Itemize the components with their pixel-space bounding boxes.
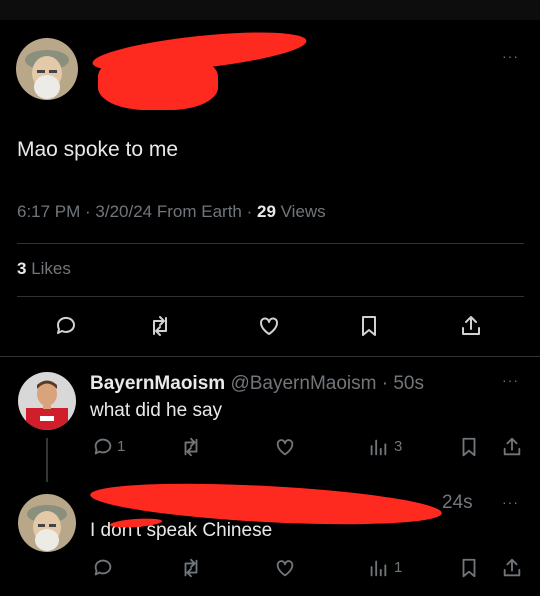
reply-header: BayernMaoism @BayernMaoism · 50s: [90, 373, 424, 395]
likes-label: Likes: [26, 259, 71, 278]
more-options-icon[interactable]: ···: [502, 48, 519, 64]
reply-display-name[interactable]: BayernMaoism: [90, 373, 225, 394]
like-icon[interactable]: [274, 557, 296, 579]
reply-icon[interactable]: [92, 557, 114, 579]
like-icon[interactable]: [274, 436, 296, 458]
top-bar: [0, 0, 540, 20]
reply-text: what did he say: [90, 400, 223, 421]
views-count: 3: [394, 438, 403, 455]
reply-handle-time: @BayernMaoism · 50s: [230, 373, 424, 394]
share-icon[interactable]: [501, 436, 523, 458]
reply-icon[interactable]: [92, 436, 114, 458]
reply-avatar[interactable]: [18, 494, 76, 552]
author-avatar[interactable]: [16, 38, 78, 100]
thread-line: [46, 438, 48, 482]
views-count: 29: [256, 202, 276, 221]
retweet-icon[interactable]: [180, 557, 202, 579]
share-icon[interactable]: [501, 557, 523, 579]
views-count: 1: [394, 559, 403, 576]
reply-count: 1: [117, 438, 126, 455]
divider: [17, 243, 524, 244]
share-icon[interactable]: [459, 314, 483, 338]
bookmark-icon[interactable]: [458, 557, 480, 579]
views-label: Views: [275, 202, 326, 221]
reply-time: 24s: [442, 492, 473, 513]
likes-stat[interactable]: 3 Likes: [17, 259, 71, 279]
tweet-time-source: 6:17 PM · 3/20/24 From Earth ·: [17, 202, 257, 221]
retweet-icon[interactable]: [148, 314, 172, 338]
reply-avatar[interactable]: [18, 372, 76, 430]
views-icon[interactable]: [367, 436, 389, 458]
more-options-icon[interactable]: ···: [502, 372, 519, 388]
views-icon[interactable]: [367, 557, 389, 579]
divider: [17, 296, 524, 297]
divider: [0, 356, 540, 357]
retweet-icon[interactable]: [180, 436, 202, 458]
more-options-icon[interactable]: ···: [502, 494, 519, 510]
reply-icon[interactable]: [54, 314, 78, 338]
bookmark-icon[interactable]: [357, 314, 381, 338]
like-icon[interactable]: [257, 314, 281, 338]
tweet-text: Mao spoke to me: [17, 138, 179, 161]
bookmark-icon[interactable]: [458, 436, 480, 458]
tweet-meta: 6:17 PM · 3/20/24 From Earth · 29 Views: [17, 202, 326, 222]
redacted-author-handle: [98, 54, 218, 110]
